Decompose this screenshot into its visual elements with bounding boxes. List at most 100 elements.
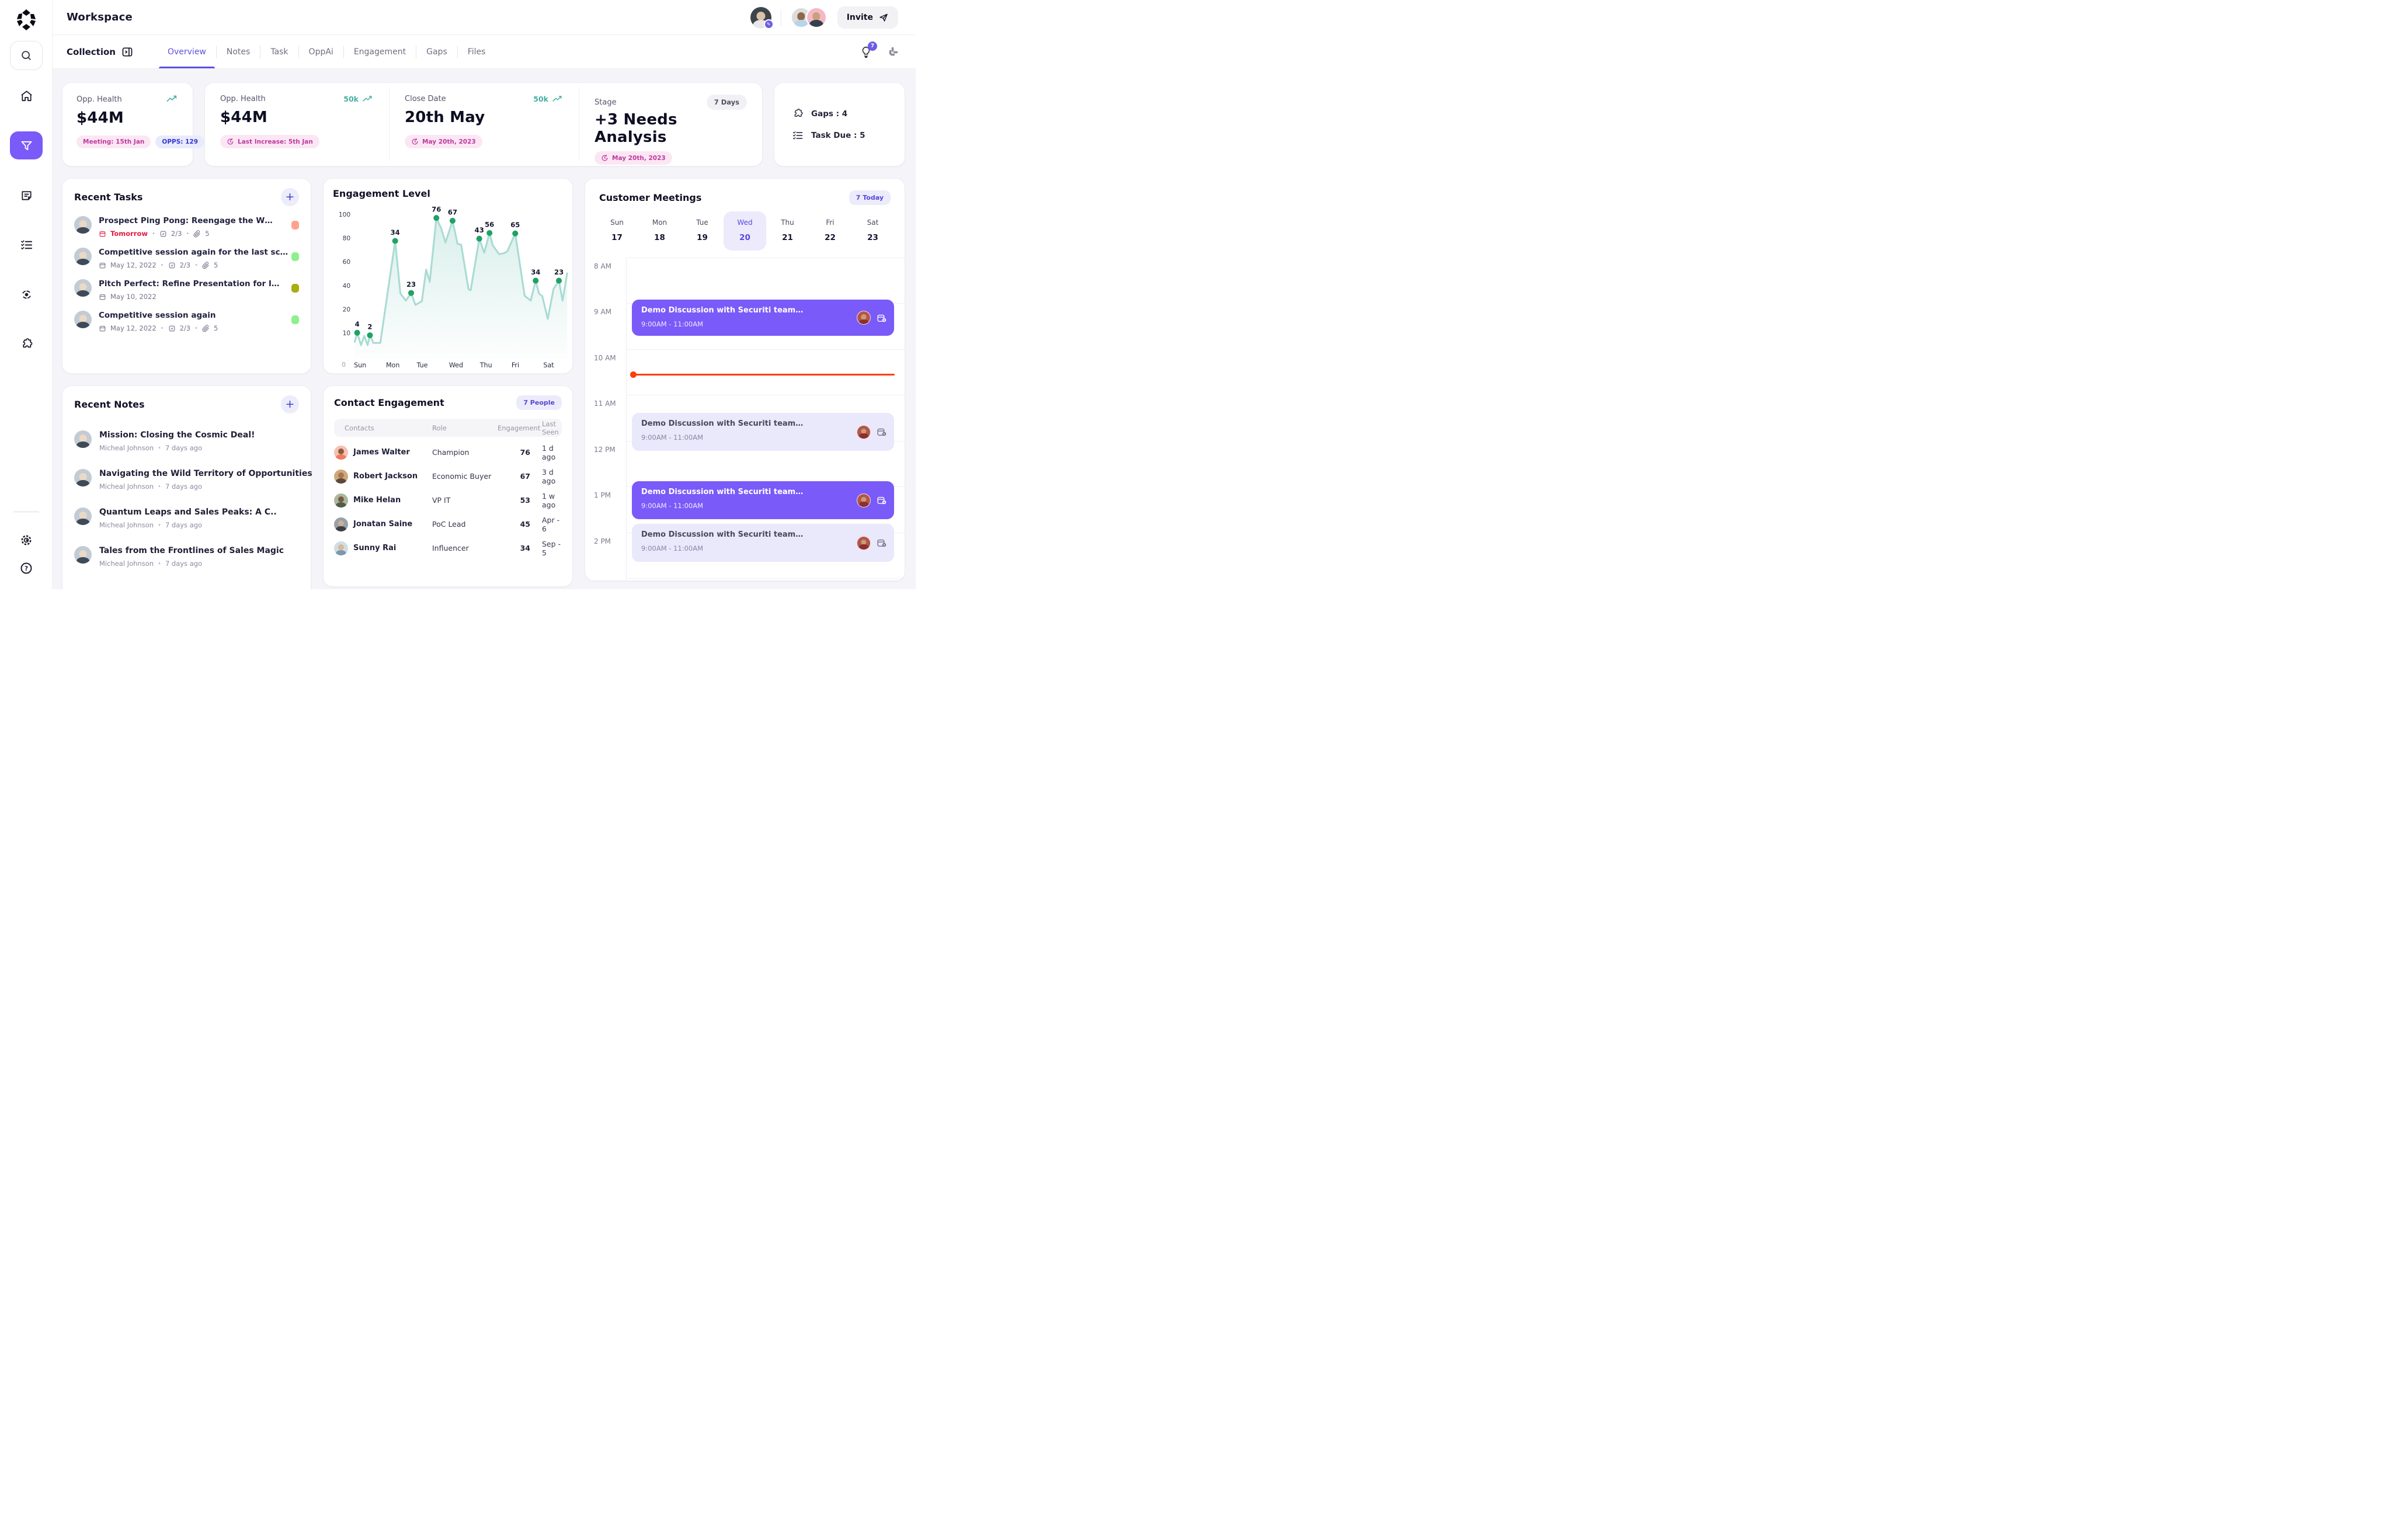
task-date: May 12, 2022	[110, 261, 157, 269]
table-row[interactable]: Jonatan Saine PoC Lead 45 Apr - 6	[334, 512, 562, 536]
tab-files[interactable]: Files	[458, 35, 496, 68]
task-date: May 10, 2022	[110, 293, 157, 301]
trend-up-icon	[362, 95, 374, 103]
sidebar-item-settings[interactable]	[10, 526, 43, 554]
svg-text:10: 10	[343, 329, 351, 337]
tab-overview[interactable]: Overview	[158, 35, 216, 68]
avatar	[334, 541, 348, 555]
time-label: 11 AM	[594, 399, 616, 408]
task-attachments: 5	[205, 230, 209, 238]
calendar-plus-icon[interactable]	[877, 538, 886, 548]
meeting-pill: Meeting: 15th Jan	[77, 135, 151, 148]
tab-oppai[interactable]: OppAi	[299, 35, 343, 68]
meeting-event[interactable]: Demo Discussion with Securiti team… 9:00…	[632, 481, 894, 519]
today-count-pill: 7 Today	[849, 190, 891, 205]
invite-button[interactable]: Invite	[837, 6, 898, 29]
team-avatars[interactable]	[791, 7, 827, 28]
checklist-icon	[792, 130, 804, 141]
sidebar-item-opportunities[interactable]	[10, 131, 43, 159]
add-note-button[interactable]: +	[281, 395, 299, 413]
add-task-button[interactable]: +	[281, 188, 299, 206]
meeting-event[interactable]: Demo Discussion with Securiti team… 9:00…	[632, 300, 894, 336]
day-column-thu[interactable]: Thu21	[766, 211, 809, 251]
day-column-sat[interactable]: Sat23	[851, 211, 894, 251]
app-logo[interactable]	[15, 8, 38, 32]
day-column-fri[interactable]: Fri22	[809, 211, 851, 251]
search-button[interactable]	[10, 41, 43, 70]
table-row[interactable]: Robert Jackson Economic Buyer 67 3 d ago	[334, 464, 562, 488]
event-time: 9:00AM - 11:00AM	[641, 544, 885, 552]
trend-up-icon	[166, 95, 179, 104]
puzzle-icon	[20, 338, 33, 351]
task-row[interactable]: Pitch Perfect: Refine Presentation for I…	[74, 279, 299, 301]
sidebar-item-insights[interactable]	[10, 280, 43, 308]
sidebar-item-gaps[interactable]	[10, 330, 43, 358]
day-column-tue[interactable]: Tue19	[681, 211, 724, 251]
task-row[interactable]: Prospect Ping Pong: Reengage the W… Tomo…	[74, 216, 299, 238]
day-column-wed-active[interactable]: Wed20	[724, 211, 766, 251]
note-row[interactable]: Mission: Closing the Cosmic Deal! Michea…	[74, 430, 299, 452]
calendar-plus-icon[interactable]	[877, 495, 886, 505]
tab-notes[interactable]: Notes	[217, 35, 260, 68]
engagement-chart-title: Engagement Level	[333, 188, 430, 199]
collection-bar-actions: 7	[860, 46, 899, 58]
calendar-plus-icon[interactable]	[877, 427, 886, 437]
task-due-label: Task Due : 5	[811, 131, 865, 140]
day-column-mon[interactable]: Mon18	[638, 211, 681, 251]
tab-task[interactable]: Task	[260, 35, 298, 68]
avatar	[334, 446, 348, 460]
svg-text:Sun: Sun	[354, 361, 366, 369]
note-row[interactable]: Tales from the Frontlines of Sales Magic…	[74, 546, 299, 568]
meeting-event[interactable]: Demo Discussion with Securiti team… 9:00…	[632, 413, 894, 451]
sidebar-item-tasks[interactable]	[10, 231, 43, 259]
svg-text:23: 23	[554, 268, 564, 276]
sidebar-item-home[interactable]	[10, 82, 43, 110]
note-row[interactable]: Navigating the Wild Territory of Opportu…	[74, 469, 299, 491]
avatar	[74, 507, 92, 525]
avatar	[334, 517, 348, 531]
collection-label: Collection	[67, 47, 116, 57]
recent-tasks-card: Recent Tasks + Prospect Ping Pong: Reeng…	[62, 178, 311, 374]
panel-right-icon[interactable]	[121, 46, 133, 58]
slack-icon[interactable]	[886, 46, 899, 58]
task-row[interactable]: Competitive session again for the last s…	[74, 248, 299, 269]
current-user-avatar[interactable]: ✎	[750, 7, 771, 28]
kpi-opp-health-card: Opp. Health $44M Meeting: 15th Jan OPPS:…	[62, 82, 193, 166]
table-row[interactable]: Mike Helan VP IT 53 1 w ago	[334, 488, 562, 512]
day-column-sun[interactable]: Sun17	[596, 211, 638, 251]
avatar	[806, 7, 827, 28]
avatar	[74, 248, 92, 265]
meeting-event[interactable]: Demo Discussion with Securiti team… 9:00…	[632, 524, 894, 562]
topbar-right: ✎ Invite	[750, 6, 898, 29]
event-time: 9:00AM - 11:00AM	[641, 433, 885, 442]
svg-text:Sat: Sat	[543, 361, 554, 369]
svg-text:43: 43	[475, 226, 484, 234]
event-title: Demo Discussion with Securiti team…	[641, 488, 885, 496]
sidebar-item-help[interactable]: ?	[10, 554, 43, 582]
svg-text:0: 0	[342, 361, 346, 369]
sidebar-item-notes[interactable]	[10, 181, 43, 209]
puzzle-icon	[792, 108, 804, 120]
svg-text:20: 20	[343, 305, 351, 313]
svg-text:34: 34	[531, 268, 540, 276]
page-title: Workspace	[67, 11, 133, 23]
task-row[interactable]: Competitive session again May 12, 2022 •…	[74, 311, 299, 332]
note-title: Navigating the Wild Territory of Opportu…	[99, 469, 312, 478]
customer-meetings-title: Customer Meetings	[599, 192, 701, 203]
calendar-plus-icon[interactable]	[877, 313, 886, 323]
recent-tasks-title: Recent Tasks	[74, 192, 142, 203]
avatar	[334, 470, 348, 484]
note-row[interactable]: Quantum Leaps and Sales Peaks: A C.. Mic…	[74, 507, 299, 529]
table-row[interactable]: James Walter Champion 76 1 d ago	[334, 440, 562, 464]
kpi-title: Opp. Health	[220, 95, 266, 103]
paperclip-icon	[202, 262, 210, 269]
avatar	[74, 546, 92, 564]
dashboard-content: Opp. Health $44M Meeting: 15th Jan OPPS:…	[53, 69, 916, 589]
tab-engagement[interactable]: Engagement	[344, 35, 416, 68]
calendar-grid[interactable]: 8 AM 9 AM 10 AM 11 AM 12 PM 1 PM 2 PM De…	[585, 258, 905, 580]
col-engagement: Engagement	[498, 424, 530, 432]
insights-notification-button[interactable]: 7	[860, 46, 872, 58]
table-row[interactable]: Sunny Rai Influencer 34 Sep - 5	[334, 536, 562, 560]
event-title: Demo Discussion with Securiti team…	[641, 530, 885, 539]
tab-gaps[interactable]: Gaps	[416, 35, 457, 68]
